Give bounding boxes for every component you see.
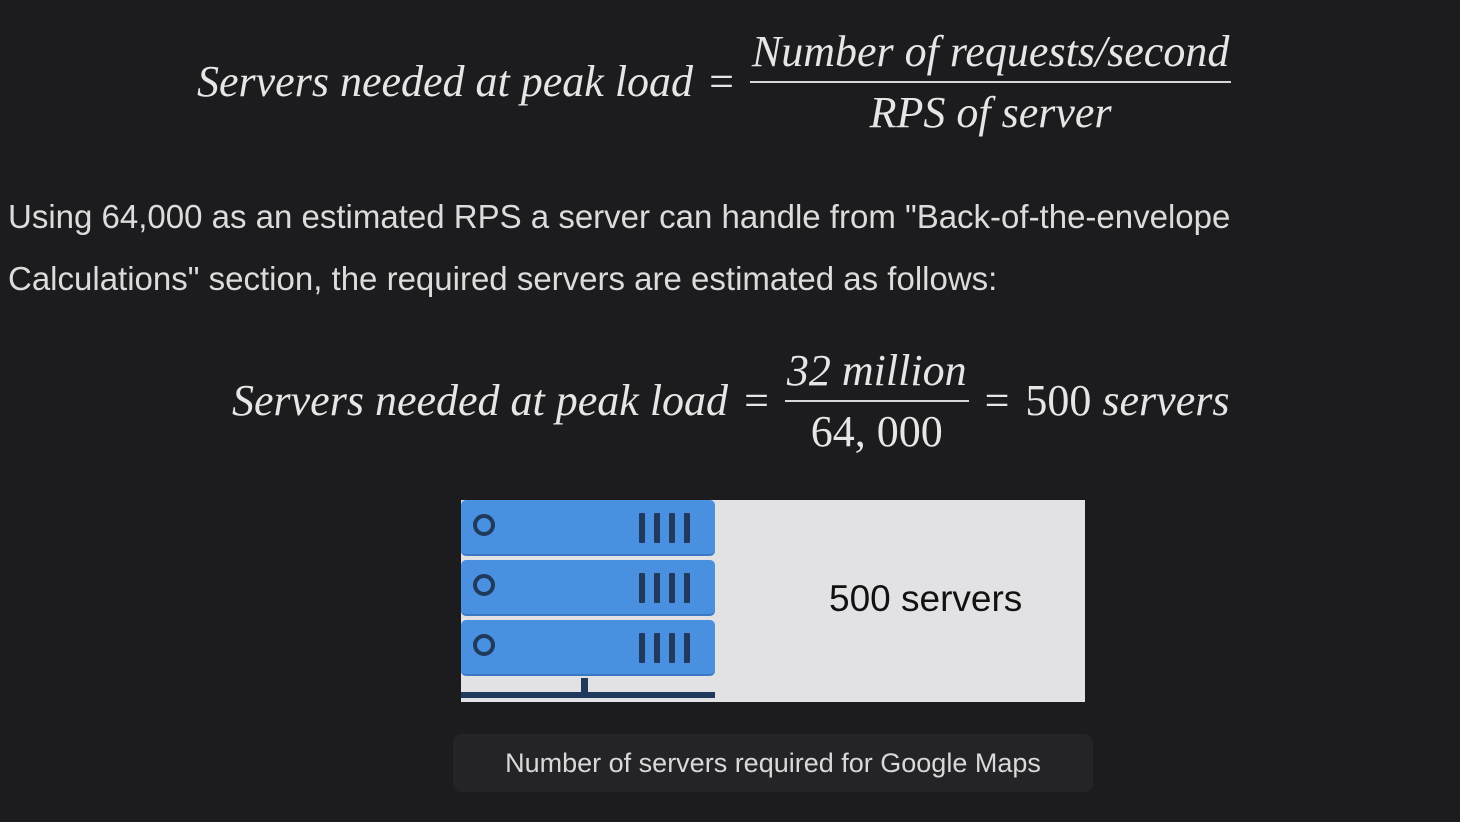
formula-general-equals: = [709,57,734,107]
formula-specific-result-equals: = [984,376,1010,426]
formula-specific-equals: = [744,376,769,426]
formula-general-lhs: Servers needed at peak load [197,57,694,107]
rack-stand [581,678,588,692]
server-led-icon [473,574,495,596]
server-slots-icon [639,633,690,663]
server-led-icon [473,514,495,536]
formula-general-fraction: Number of requests/second RPS of server [749,26,1232,138]
server-unit [461,560,715,616]
formula-general: Servers needed at peak load = Number of … [197,26,1232,138]
formula-general-numerator: Number of requests/second [751,27,1230,76]
explanation-paragraph: Using 64,000 as an estimated RPS a serve… [8,198,1231,297]
formula-specific-denominator: 64, 000 [810,406,943,456]
figure-label: 500 servers [829,578,1023,619]
rack-base [461,692,715,698]
formula-specific-result-unit: servers [1102,376,1230,426]
formula-general-denominator: RPS of server [869,87,1112,137]
server-rack-icon [461,500,715,702]
server-unit [461,500,715,556]
server-unit [461,620,715,676]
formula-specific-fraction: 32 million 64, 000 [784,345,969,457]
formula-specific-result-value: 500 [1025,376,1092,426]
servers-figure: 500 servers [461,500,1085,702]
figure-caption: Number of servers required for Google Ma… [453,734,1093,792]
formula-specific-numerator: 32 million [786,346,967,395]
server-slots-icon [639,513,690,543]
formula-specific: Servers needed at peak load = 32 million… [232,345,1230,457]
server-slots-icon [639,573,690,603]
formula-specific-lhs: Servers needed at peak load [232,376,729,426]
server-led-icon [473,634,495,656]
